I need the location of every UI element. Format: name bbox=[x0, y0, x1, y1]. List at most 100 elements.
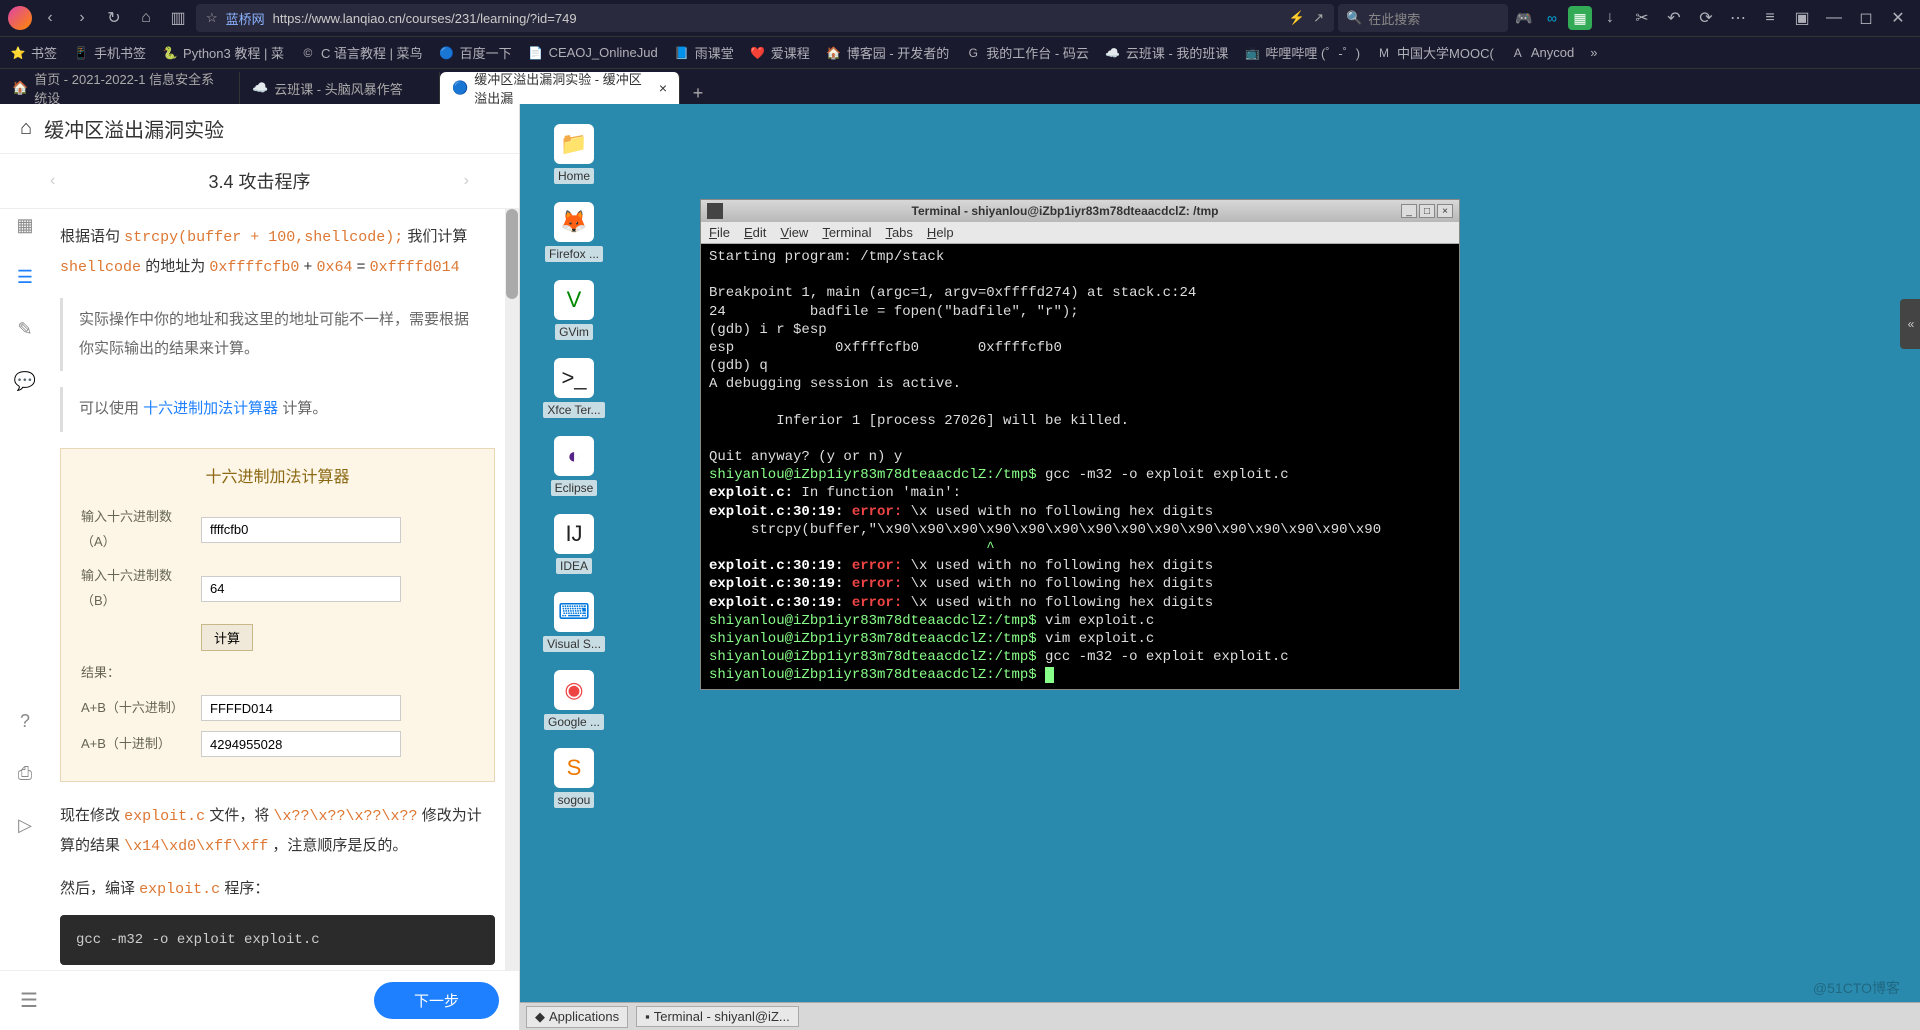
tab[interactable]: 🏠首页 - 2021-2022-1 信息安全系统设 bbox=[0, 72, 240, 104]
term-maximize-button[interactable]: □ bbox=[1419, 204, 1435, 218]
applications-menu[interactable]: ◆ Applications bbox=[526, 1006, 628, 1028]
minimize-button[interactable]: — bbox=[1820, 4, 1848, 32]
desktop-icon[interactable]: ⌨Visual S... bbox=[540, 592, 608, 652]
maximize-button[interactable]: ◻ bbox=[1852, 4, 1880, 32]
bookmark-item[interactable]: 🐍Python3 教程 | 菜 bbox=[162, 43, 284, 62]
toc-icon[interactable]: ☰ bbox=[20, 988, 38, 1013]
search-engine-icon: 🔍 bbox=[1346, 10, 1362, 26]
search-bar[interactable]: 🔍 在此搜索 bbox=[1338, 4, 1508, 32]
tab-icon: ☁️ bbox=[252, 80, 268, 96]
forward-button[interactable]: › bbox=[68, 4, 96, 32]
devtools-icon[interactable]: ▣ bbox=[1788, 4, 1816, 32]
bookmark-item[interactable]: M中国大学MOOC( bbox=[1376, 43, 1494, 62]
reload-button[interactable]: ↻ bbox=[100, 4, 128, 32]
terminal-titlebar[interactable]: Terminal - shiyanlou@iZbp1iyr83m78dteaac… bbox=[701, 200, 1459, 222]
calc-output-dec[interactable] bbox=[201, 731, 401, 757]
apps-icon: ◆ bbox=[535, 1009, 545, 1025]
tab-close-button[interactable]: × bbox=[659, 80, 667, 96]
bookmark-item[interactable]: 🏠博客园 - 开发者的 bbox=[826, 43, 950, 62]
bookmark-item[interactable]: 📱手机书签 bbox=[73, 43, 146, 62]
home-button[interactable]: ⌂ bbox=[132, 4, 160, 32]
terminal-menu-item[interactable]: File bbox=[709, 225, 730, 240]
calc-link[interactable]: 十六进制加法计算器 bbox=[143, 400, 278, 417]
calc-input-a[interactable] bbox=[201, 517, 401, 543]
inline-code: shellcode bbox=[60, 259, 141, 276]
url-bar[interactable]: ☆ 蓝桥网 https://www.lanqiao.cn/courses/231… bbox=[196, 4, 1334, 32]
bookmark-item[interactable]: ⭐书签 bbox=[10, 43, 57, 62]
bookmark-item[interactable]: G我的工作台 - 码云 bbox=[965, 43, 1089, 62]
bolt-icon[interactable]: ⚡ bbox=[1289, 10, 1305, 26]
bookmark-item[interactable]: ☁️云班课 - 我的班课 bbox=[1105, 43, 1229, 62]
menu-icon[interactable]: ≡ bbox=[1756, 4, 1784, 32]
sidebar-toggle[interactable]: ▥ bbox=[164, 4, 192, 32]
scrollbar-thumb[interactable] bbox=[506, 209, 518, 299]
app-icon: ◐ bbox=[554, 436, 594, 476]
new-tab-button[interactable]: + bbox=[680, 83, 716, 104]
term-minimize-button[interactable]: _ bbox=[1401, 204, 1417, 218]
download-icon[interactable]: ↓ bbox=[1596, 4, 1624, 32]
ext-icon-1[interactable]: 🎮 bbox=[1512, 6, 1536, 30]
run-icon[interactable]: ▷ bbox=[13, 813, 37, 837]
terminal-menu-item[interactable]: View bbox=[780, 225, 808, 240]
terminal-content[interactable]: Starting program: /tmp/stack Breakpoint … bbox=[701, 244, 1459, 689]
bookmarks-overflow[interactable]: » bbox=[1590, 45, 1597, 60]
chat-icon[interactable]: 💬 bbox=[13, 369, 37, 393]
next-section-button[interactable]: › bbox=[464, 172, 469, 190]
desktop-icon[interactable]: 🦊Firefox ... bbox=[540, 202, 608, 262]
grid-icon[interactable]: ▦ bbox=[13, 213, 37, 237]
bookmark-item[interactable]: ❤️爱课程 bbox=[750, 43, 810, 62]
term-close-button[interactable]: × bbox=[1437, 204, 1453, 218]
text: + bbox=[304, 258, 317, 275]
bookmark-icon: G bbox=[965, 45, 981, 61]
avatar[interactable] bbox=[8, 6, 32, 30]
terminal-menu-item[interactable]: Tabs bbox=[885, 225, 912, 240]
calc-input-b[interactable] bbox=[201, 576, 401, 602]
terminal-menu-item[interactable]: Help bbox=[927, 225, 954, 240]
help-icon[interactable]: ? bbox=[13, 709, 37, 733]
desktop-icon[interactable]: VGVim bbox=[540, 280, 608, 340]
bookmark-item[interactable]: 📘雨课堂 bbox=[674, 43, 734, 62]
bookmark-item[interactable]: ©C 语言教程 | 菜鸟 bbox=[300, 43, 423, 62]
terminal-menu-item[interactable]: Edit bbox=[744, 225, 766, 240]
hex-value: 0x64 bbox=[316, 259, 352, 276]
desktop-icon[interactable]: IJIDEA bbox=[540, 514, 608, 574]
close-window-button[interactable]: ✕ bbox=[1884, 4, 1912, 32]
app-label: GVim bbox=[555, 324, 593, 340]
bookmarks-bar: ⭐书签 📱手机书签 🐍Python3 教程 | 菜 ©C 语言教程 | 菜鸟 🔵百度一下… bbox=[0, 36, 1920, 68]
desktop-icon[interactable]: 📁Home bbox=[540, 124, 608, 184]
recent-icon[interactable]: ⟳ bbox=[1692, 4, 1720, 32]
prev-section-button[interactable]: ‹ bbox=[50, 172, 55, 190]
calc-output-hex[interactable] bbox=[201, 695, 401, 721]
terminal-menu-item[interactable]: Terminal bbox=[822, 225, 871, 240]
scrollbar[interactable] bbox=[505, 209, 519, 970]
bookmark-item[interactable]: 🔵百度一下 bbox=[439, 43, 512, 62]
bookmark-label: 爱课程 bbox=[771, 43, 810, 62]
ext-icon-3[interactable]: ▦ bbox=[1568, 6, 1592, 30]
next-button[interactable]: 下一步 bbox=[374, 982, 499, 1019]
bookmark-item[interactable]: 📺哔哩哔哩 (゜-゜) bbox=[1244, 43, 1360, 62]
more-icon[interactable]: ⋯ bbox=[1724, 4, 1752, 32]
bookmark-item[interactable]: 📄CEAOJ_OnlineJud bbox=[528, 45, 658, 61]
home-icon[interactable]: ⌂ bbox=[20, 117, 32, 140]
bookmark-item[interactable]: AAnycod bbox=[1510, 45, 1574, 61]
save-icon[interactable]: ⎙ bbox=[13, 761, 37, 785]
tab[interactable]: ☁️云班课 - 头脑风暴作答 bbox=[240, 72, 440, 104]
panel-collapse-handle[interactable]: « bbox=[1900, 299, 1920, 349]
list-icon[interactable]: ☰ bbox=[13, 265, 37, 289]
desktop-icon[interactable]: Ssogou bbox=[540, 748, 608, 808]
ext-icon-2[interactable]: ∞ bbox=[1540, 6, 1564, 30]
taskbar-terminal[interactable]: ▪ Terminal - shiyanl@iZ... bbox=[636, 1006, 799, 1027]
pencil-icon[interactable]: ✎ bbox=[13, 317, 37, 341]
terminal-window[interactable]: Terminal - shiyanlou@iZbp1iyr83m78dteaac… bbox=[700, 199, 1460, 690]
calc-button[interactable]: 计算 bbox=[201, 624, 253, 651]
text: ，注意顺序是反的。 bbox=[272, 837, 407, 854]
share-icon[interactable]: ↗ bbox=[1313, 10, 1324, 26]
back-button[interactable]: ‹ bbox=[36, 4, 64, 32]
desktop-icon[interactable]: ◐Eclipse bbox=[540, 436, 608, 496]
remote-desktop[interactable]: 📁Home 🦊Firefox ... VGVim >_Xfce Ter... ◐Ecli… bbox=[520, 104, 1920, 1030]
desktop-icon[interactable]: ◉Google ... bbox=[540, 670, 608, 730]
undo-icon[interactable]: ↶ bbox=[1660, 4, 1688, 32]
desktop-icon[interactable]: >_Xfce Ter... bbox=[540, 358, 608, 418]
cut-icon[interactable]: ✂ bbox=[1628, 4, 1656, 32]
tab[interactable]: 🔵缓冲区溢出漏洞实验 - 缓冲区溢出漏× bbox=[440, 72, 680, 104]
